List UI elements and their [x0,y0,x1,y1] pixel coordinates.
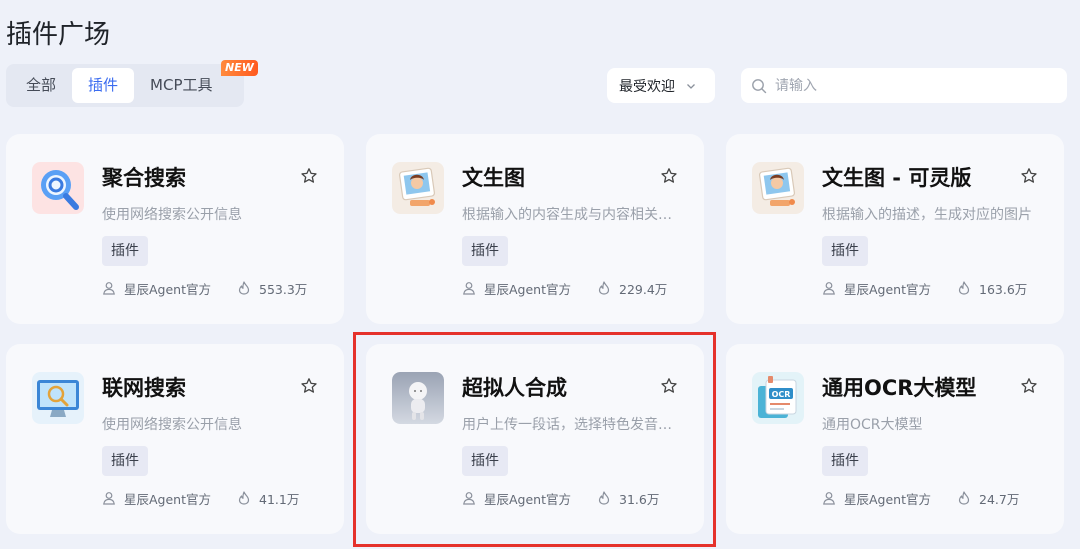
card-heat: 229.4万 [619,281,668,297]
magnifier-icon [32,162,84,214]
photo-frame-icon [392,162,444,214]
tab-mcp-tools[interactable]: MCP工具 [134,68,228,103]
card-description: 使用网络搜索公开信息 [102,207,242,223]
tab-plugins[interactable]: 插件 [72,68,135,103]
card-author: 星辰Agent官方 [124,491,211,507]
plugin-card-general-ocr[interactable]: OCR 通用OCR大模型 通用OCR大模型 插件 星辰Agent官方 24.7万 [726,344,1064,534]
ocr-document-icon: OCR [752,372,804,424]
user-icon [463,492,475,505]
user-icon [823,282,835,295]
star-icon[interactable] [660,377,678,395]
user-icon [463,282,475,295]
card-title: 文生图 [462,166,525,190]
fire-icon [598,491,610,505]
fire-icon [598,281,610,295]
card-author: 星辰Agent官方 [484,281,571,297]
user-icon [103,282,115,295]
search-box [741,68,1067,103]
fire-icon [958,281,970,295]
card-author: 星辰Agent官方 [124,281,211,297]
card-heat: 41.1万 [259,491,300,507]
user-icon [823,492,835,505]
card-author: 星辰Agent官方 [484,491,571,507]
card-heat: 553.3万 [259,281,308,297]
svg-text:OCR: OCR [772,390,791,399]
card-tag: 插件 [822,446,868,476]
card-tag: 插件 [102,446,148,476]
plugin-card-web-search[interactable]: 联网搜索 使用网络搜索公开信息 插件 星辰Agent官方 41.1万 [6,344,344,534]
card-meta: 星辰Agent官方 31.6万 [462,489,659,507]
card-author: 星辰Agent官方 [844,491,931,507]
card-title: 超拟人合成 [462,376,567,400]
card-heat: 31.6万 [619,491,660,507]
monitor-search-icon [32,372,84,424]
card-heat: 24.7万 [979,491,1020,507]
star-icon[interactable] [300,167,318,185]
fire-icon [238,491,250,505]
card-tag: 插件 [462,236,508,266]
card-title: 联网搜索 [102,376,186,400]
card-meta: 星辰Agent官方 24.7万 [822,489,1019,507]
card-description: 根据输入的内容生成与内容相关的图片 [462,207,674,223]
page-title: 插件广场 [6,20,111,50]
category-tabs: 全部 插件 MCP工具 NEW [6,60,258,107]
card-title: 通用OCR大模型 [822,376,977,400]
card-description: 使用网络搜索公开信息 [102,417,242,433]
star-icon[interactable] [1020,377,1038,395]
fire-icon [238,281,250,295]
card-description: 用户上传一段话，选择特色发音人合成语音 [462,417,674,433]
star-icon[interactable] [300,377,318,395]
card-heat: 163.6万 [979,281,1028,297]
card-description: 通用OCR大模型 [822,417,923,433]
card-tag: 插件 [462,446,508,476]
new-badge: NEW [221,60,258,76]
card-meta: 星辰Agent官方 229.4万 [462,279,667,297]
tab-all[interactable]: 全部 [10,68,72,103]
star-icon[interactable] [1020,167,1038,185]
card-tag: 插件 [102,236,148,266]
star-icon[interactable] [660,167,678,185]
sort-dropdown[interactable]: 最受欢迎 [607,68,715,103]
card-description: 根据输入的描述，生成对应的图片 [822,207,1032,223]
plugin-card-hyper-realistic-tts[interactable]: 超拟人合成 用户上传一段话，选择特色发音人合成语音 插件 星辰Agent官方 3… [366,344,704,534]
chevron-down-icon [687,83,695,89]
plugin-card-text-to-image-kling[interactable]: 文生图 - 可灵版 根据输入的描述，生成对应的图片 插件 星辰Agent官方 1… [726,134,1064,324]
card-title: 文生图 - 可灵版 [822,166,972,190]
humanoid-figure-icon [392,372,444,424]
card-tag: 插件 [822,236,868,266]
plugin-card-text-to-image[interactable]: 文生图 根据输入的内容生成与内容相关的图片 插件 星辰Agent官方 229.4… [366,134,704,324]
card-meta: 星辰Agent官方 163.6万 [822,279,1027,297]
card-author: 星辰Agent官方 [844,281,931,297]
fire-icon [958,491,970,505]
photo-frame-icon [752,162,804,214]
card-title: 聚合搜索 [102,166,186,190]
card-meta: 星辰Agent官方 41.1万 [102,489,299,507]
search-input[interactable] [775,77,1035,94]
plugin-card-aggregate-search[interactable]: 聚合搜索 使用网络搜索公开信息 插件 星辰Agent官方 553.3万 [6,134,344,324]
user-icon [103,492,115,505]
card-meta: 星辰Agent官方 553.3万 [102,279,307,297]
search-icon [752,78,767,93]
sort-selected-label: 最受欢迎 [619,78,675,95]
